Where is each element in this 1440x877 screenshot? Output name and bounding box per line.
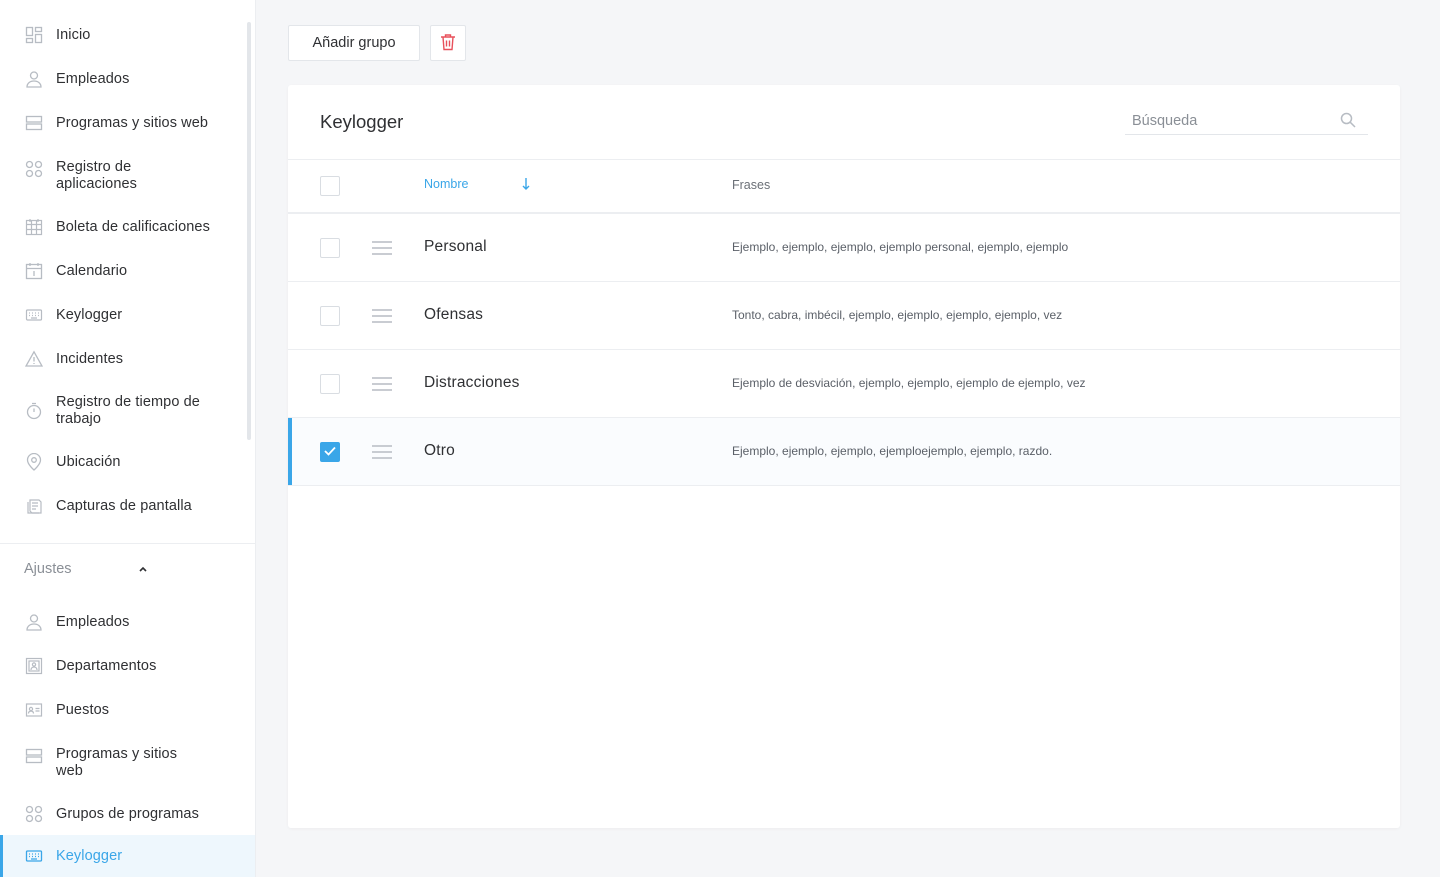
search-input[interactable] [1125,112,1325,129]
sidebar-item-registro-tiempo[interactable]: Registro de tiempo de trabajo [0,393,255,429]
row-checkbox-checked[interactable] [320,442,340,462]
row-divider [288,485,1400,486]
sidebar-item-label: Puestos [56,701,110,718]
trash-icon [440,33,456,54]
keyboard-icon [24,305,44,325]
sort-desc-icon[interactable] [522,177,530,196]
column-header-name[interactable]: Nombre [424,177,468,191]
drag-handle-icon[interactable] [372,240,392,261]
sidebar-item-label: Capturas de pantalla [56,497,192,514]
page-title: Keylogger [320,111,404,132]
settings-item-keylogger[interactable]: Keylogger [0,835,255,877]
sidebar-item-label: Departamentos [56,657,157,674]
sidebar-item-programas[interactable]: Programas y sitios web [0,110,255,136]
group-phrases: Ejemplo, ejemplo, ejemplo, ejemploejempl… [732,444,1053,458]
apps-grid-icon [24,159,44,179]
screenshots-icon [24,496,44,516]
calendar-icon [24,261,44,281]
add-group-button[interactable]: Añadir grupo [288,25,420,61]
group-name: Ofensas [424,306,484,323]
sidebar-item-label: Ubicación [56,453,121,470]
id-card-icon [24,700,44,720]
server-icon [24,113,44,133]
row-checkbox[interactable] [320,374,340,394]
sidebar-item-label: Boleta de calificaciones [56,218,210,235]
drag-handle-icon[interactable] [372,376,392,397]
row-checkbox[interactable] [320,306,340,326]
user-icon [24,612,44,632]
calendar-grid-icon [24,217,44,237]
checkmark-icon [324,443,336,461]
sidebar-item-label: Grupos de programas [56,805,199,822]
group-phrases: Ejemplo, ejemplo, ejemplo, ejemplo perso… [732,240,1069,254]
sidebar-item-label: Registro de tiempo de trabajo [56,394,200,427]
user-icon [24,69,44,89]
sidebar-item-inicio[interactable]: Inicio [0,22,255,48]
sidebar-item-capturas[interactable]: Capturas de pantalla [0,493,255,519]
sidebar-item-label: Calendario [56,262,128,279]
table-row[interactable]: Ofensas Tonto, cabra, imbécil, ejemplo, … [288,282,1400,350]
table-row-selected[interactable]: Otro Ejemplo, ejemplo, ejemplo, ejemploe… [288,418,1400,486]
sidebar-item-boleta[interactable]: Boleta de calificaciones [0,214,255,240]
drag-handle-icon[interactable] [372,444,392,465]
delete-button[interactable] [430,25,466,61]
table-row[interactable]: Personal Ejemplo, ejemplo, ejemplo, ejem… [288,214,1400,282]
sidebar-item-label: Empleados [56,613,130,630]
sidebar-item-label: Keylogger [56,306,123,323]
sidebar-divider [0,543,255,544]
location-pin-icon [24,452,44,472]
sidebar-item-registro-aplicaciones[interactable]: Registro de aplicaciones [0,158,255,194]
settings-section-toggle[interactable]: Ajustes [24,561,148,577]
sidebar-item-label: Registro de aplicaciones [56,159,137,192]
sidebar-item-empleados[interactable]: Empleados [0,66,255,92]
row-checkbox[interactable] [320,238,340,258]
column-header-phrases: Frases [732,178,771,192]
settings-item-departamentos[interactable]: Departamentos [0,653,255,679]
group-phrases: Ejemplo de desviación, ejemplo, ejemplo,… [732,376,1086,390]
sidebar-item-label: Programas y sitios web [56,746,178,779]
select-all-checkbox[interactable] [320,176,340,196]
drag-handle-icon[interactable] [372,308,392,329]
settings-item-grupos-programas[interactable]: Grupos de programas [0,801,255,827]
group-name: Personal [424,238,487,255]
sidebar-item-keylogger[interactable]: Keylogger [0,302,255,328]
sidebar-item-ubicacion[interactable]: Ubicación [0,449,255,475]
keyboard-icon [24,846,44,866]
sidebar-item-label: Keylogger [56,847,123,864]
sidebar: Inicio Empleados Programas y sitios web … [0,0,256,877]
settings-item-puestos[interactable]: Puestos [0,697,255,723]
sidebar-item-incidentes[interactable]: Incidentes [0,346,255,372]
chevron-up-icon [138,561,148,577]
keylogger-groups-card: Keylogger Nombre Frases Personal Ejemplo… [288,85,1400,828]
group-name: Otro [424,442,455,459]
group-phrases: Tonto, cabra, imbécil, ejemplo, ejemplo,… [732,308,1063,322]
warning-icon [24,349,44,369]
settings-section-title: Ajustes [24,561,72,577]
table-row[interactable]: Distracciones Ejemplo de desviación, eje… [288,350,1400,418]
dashboard-icon [24,25,44,45]
sidebar-item-label: Incidentes [56,350,124,367]
settings-item-programas[interactable]: Programas y sitios web [0,745,255,781]
search-icon[interactable] [1340,112,1356,133]
apps-grid-icon [24,804,44,824]
server-icon [24,746,44,766]
sidebar-item-calendario[interactable]: Calendario [0,258,255,284]
sidebar-item-label: Empleados [56,70,130,87]
stopwatch-icon [24,401,44,421]
department-icon [24,656,44,676]
sidebar-item-label: Inicio [56,26,91,43]
sidebar-item-label: Programas y sitios web [56,114,209,131]
settings-item-empleados[interactable]: Empleados [0,609,255,635]
header-divider [288,159,1400,160]
group-name: Distracciones [424,374,520,391]
search-box [1125,107,1368,135]
